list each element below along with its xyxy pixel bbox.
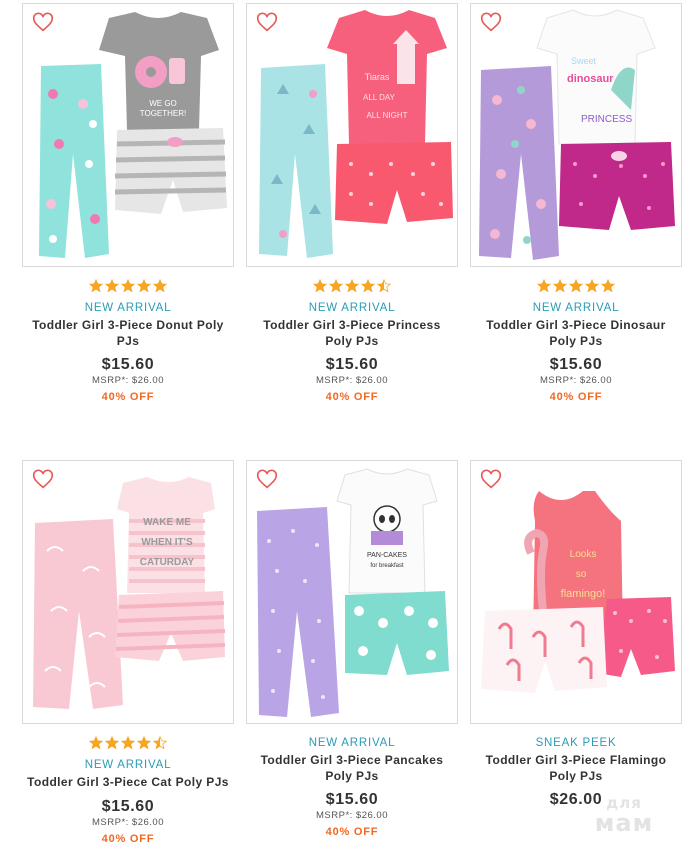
discount-label: 40% OFF [325, 391, 379, 403]
heart-outline-icon[interactable] [32, 12, 54, 34]
star-icon [377, 279, 391, 293]
star-icon [89, 736, 103, 750]
star-icon [569, 279, 583, 293]
star-icon [89, 279, 103, 293]
heart-outline-icon[interactable] [32, 469, 54, 491]
star-icon [361, 279, 375, 293]
svg-text:ALL DAY: ALL DAY [363, 93, 396, 102]
star-icon [121, 279, 135, 293]
product-photo-donut-pjs: WE GO TOGETHER! [39, 12, 227, 258]
product-price: $15.60 [101, 797, 155, 815]
svg-text:dinosaur: dinosaur [567, 73, 614, 85]
svg-text:for breakfast: for breakfast [370, 563, 404, 569]
heart-outline-icon[interactable] [256, 12, 278, 34]
star-icon [153, 279, 167, 293]
product-flag: SNEAK PEEK [535, 737, 617, 749]
product-price: $15.60 [549, 356, 603, 373]
star-icon [601, 279, 615, 293]
star-icon [329, 279, 343, 293]
svg-text:ALL NIGHT: ALL NIGHT [366, 111, 407, 120]
product-photo-flamingo-pjs: Looks so flamingo! [481, 491, 675, 693]
product-image[interactable]: PAN-CAKES for breakfast [246, 460, 458, 724]
product-photo-dinosaur-pjs: Sweet dinosaur PRINCESS [479, 9, 675, 260]
rating-stars [22, 736, 234, 752]
star-icon [537, 279, 551, 293]
product-msrp: MSRP*: $26.00 [92, 816, 164, 828]
watermark-line-2: мам [594, 809, 654, 837]
heart-outline-icon[interactable] [256, 469, 278, 491]
heart-outline-icon[interactable] [480, 469, 502, 491]
svg-text:WHEN IT'S: WHEN IT'S [141, 537, 193, 548]
svg-text:so: so [576, 569, 587, 580]
rating-stars [22, 279, 234, 295]
product-flag: NEW ARRIVAL [308, 737, 396, 749]
product-msrp: MSRP*: $26.00 [316, 810, 388, 821]
product-msrp: MSRP*: $26.00 [540, 375, 612, 386]
product-title[interactable]: Toddler Girl 3-Piece Flamingo Poly PJs [470, 753, 682, 784]
product-flag: NEW ARRIVAL [532, 302, 620, 314]
product-image[interactable]: Looks so flamingo! [470, 460, 682, 724]
star-icon [585, 279, 599, 293]
product-price: $15.60 [325, 356, 379, 373]
product-photo-pancakes-pjs: PAN-CAKES for breakfast [257, 468, 449, 717]
discount-label: 40% OFF [101, 391, 155, 403]
product-msrp: MSRP*: $26.00 [316, 375, 388, 386]
svg-text:flamingo!: flamingo! [561, 588, 606, 600]
star-icon [153, 736, 167, 750]
star-icon [137, 279, 151, 293]
discount-label: 40% OFF [549, 391, 603, 403]
product-title[interactable]: Toddler Girl 3-Piece Cat Poly PJs [22, 775, 234, 791]
heart-outline-icon[interactable] [480, 12, 502, 34]
rating-stars [470, 279, 682, 295]
star-icon [105, 279, 119, 293]
star-icon [345, 279, 359, 293]
watermark-logo: для мам [584, 796, 664, 837]
product-photo-cat-pjs: WAKE ME WHEN IT'S CATURDAY [33, 477, 226, 709]
svg-text:WE GO: WE GO [149, 99, 177, 108]
discount-label: 40% OFF [101, 832, 155, 845]
star-icon [105, 736, 119, 750]
rating-stars [246, 279, 458, 295]
star-icon [137, 736, 151, 750]
product-price: $15.60 [101, 356, 155, 373]
product-price: $15.60 [325, 791, 379, 808]
svg-text:PAN-CAKES: PAN-CAKES [367, 552, 407, 559]
product-image[interactable]: WE GO TOGETHER! [22, 3, 234, 267]
star-icon [121, 736, 135, 750]
product-flag: NEW ARRIVAL [84, 759, 172, 771]
svg-text:WAKE ME: WAKE ME [143, 517, 191, 528]
svg-text:TOGETHER!: TOGETHER! [140, 109, 187, 118]
product-photo-princess-pjs: Tiaras ALL DAY ALL NIGHT [259, 10, 453, 258]
product-image[interactable]: Sweet dinosaur PRINCESS [470, 3, 682, 267]
product-image[interactable]: Tiaras ALL DAY ALL NIGHT [246, 3, 458, 267]
product-title[interactable]: Toddler Girl 3-Piece Donut Poly PJs [22, 318, 234, 349]
product-flag: NEW ARRIVAL [84, 302, 172, 314]
svg-text:Looks: Looks [570, 549, 597, 560]
discount-label: 40% OFF [325, 826, 379, 838]
svg-text:CATURDAY: CATURDAY [140, 557, 195, 568]
svg-text:Tiaras: Tiaras [365, 72, 390, 82]
star-icon [313, 279, 327, 293]
star-icon [553, 279, 567, 293]
product-flag: NEW ARRIVAL [308, 302, 396, 314]
product-title[interactable]: Toddler Girl 3-Piece Pancakes Poly PJs [246, 753, 458, 784]
svg-text:Sweet: Sweet [571, 56, 597, 66]
product-title[interactable]: Toddler Girl 3-Piece Dinosaur Poly PJs [470, 318, 682, 349]
product-msrp: MSRP*: $26.00 [92, 375, 164, 386]
svg-text:PRINCESS: PRINCESS [581, 114, 632, 125]
product-image[interactable]: WAKE ME WHEN IT'S CATURDAY [22, 460, 234, 724]
product-title[interactable]: Toddler Girl 3-Piece Princess Poly PJs [246, 318, 458, 349]
